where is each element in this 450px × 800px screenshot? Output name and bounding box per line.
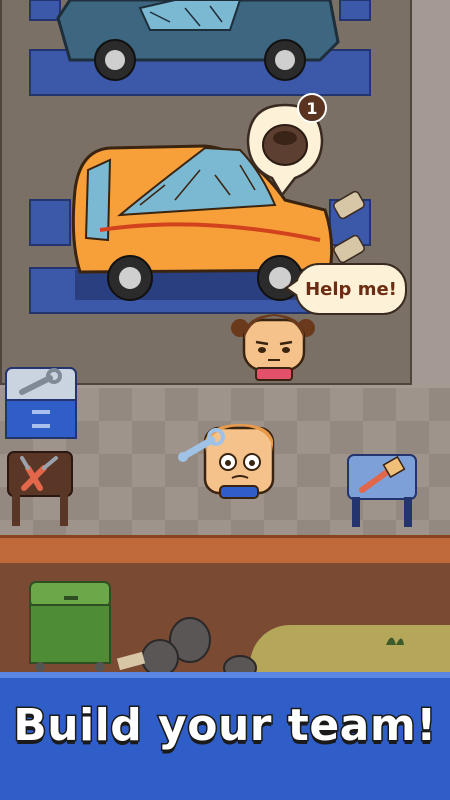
- tire-icon: [262, 124, 308, 166]
- pliers-bench-icon[interactable]: [7, 451, 73, 526]
- customer-girl-icon[interactable]: [231, 314, 315, 381]
- request-count: 1: [306, 98, 318, 118]
- speech-bubble-text: Help me!: [305, 278, 397, 300]
- mechanic-boy-icon[interactable]: [203, 424, 275, 499]
- paintbrush-bench-icon[interactable]: [347, 454, 417, 527]
- speech-bubble: Help me!: [284, 263, 407, 315]
- trash-bag-icon: [116, 617, 257, 681]
- request-count-badge: 1: [297, 93, 327, 123]
- wrench-bench-icon[interactable]: [5, 367, 77, 439]
- plant-icon: [386, 637, 404, 645]
- green-dumpster-icon[interactable]: [29, 581, 111, 672]
- game-scene: Help me! 1 Build your team!: [0, 0, 450, 800]
- banner-title: Build your team!: [12, 699, 438, 753]
